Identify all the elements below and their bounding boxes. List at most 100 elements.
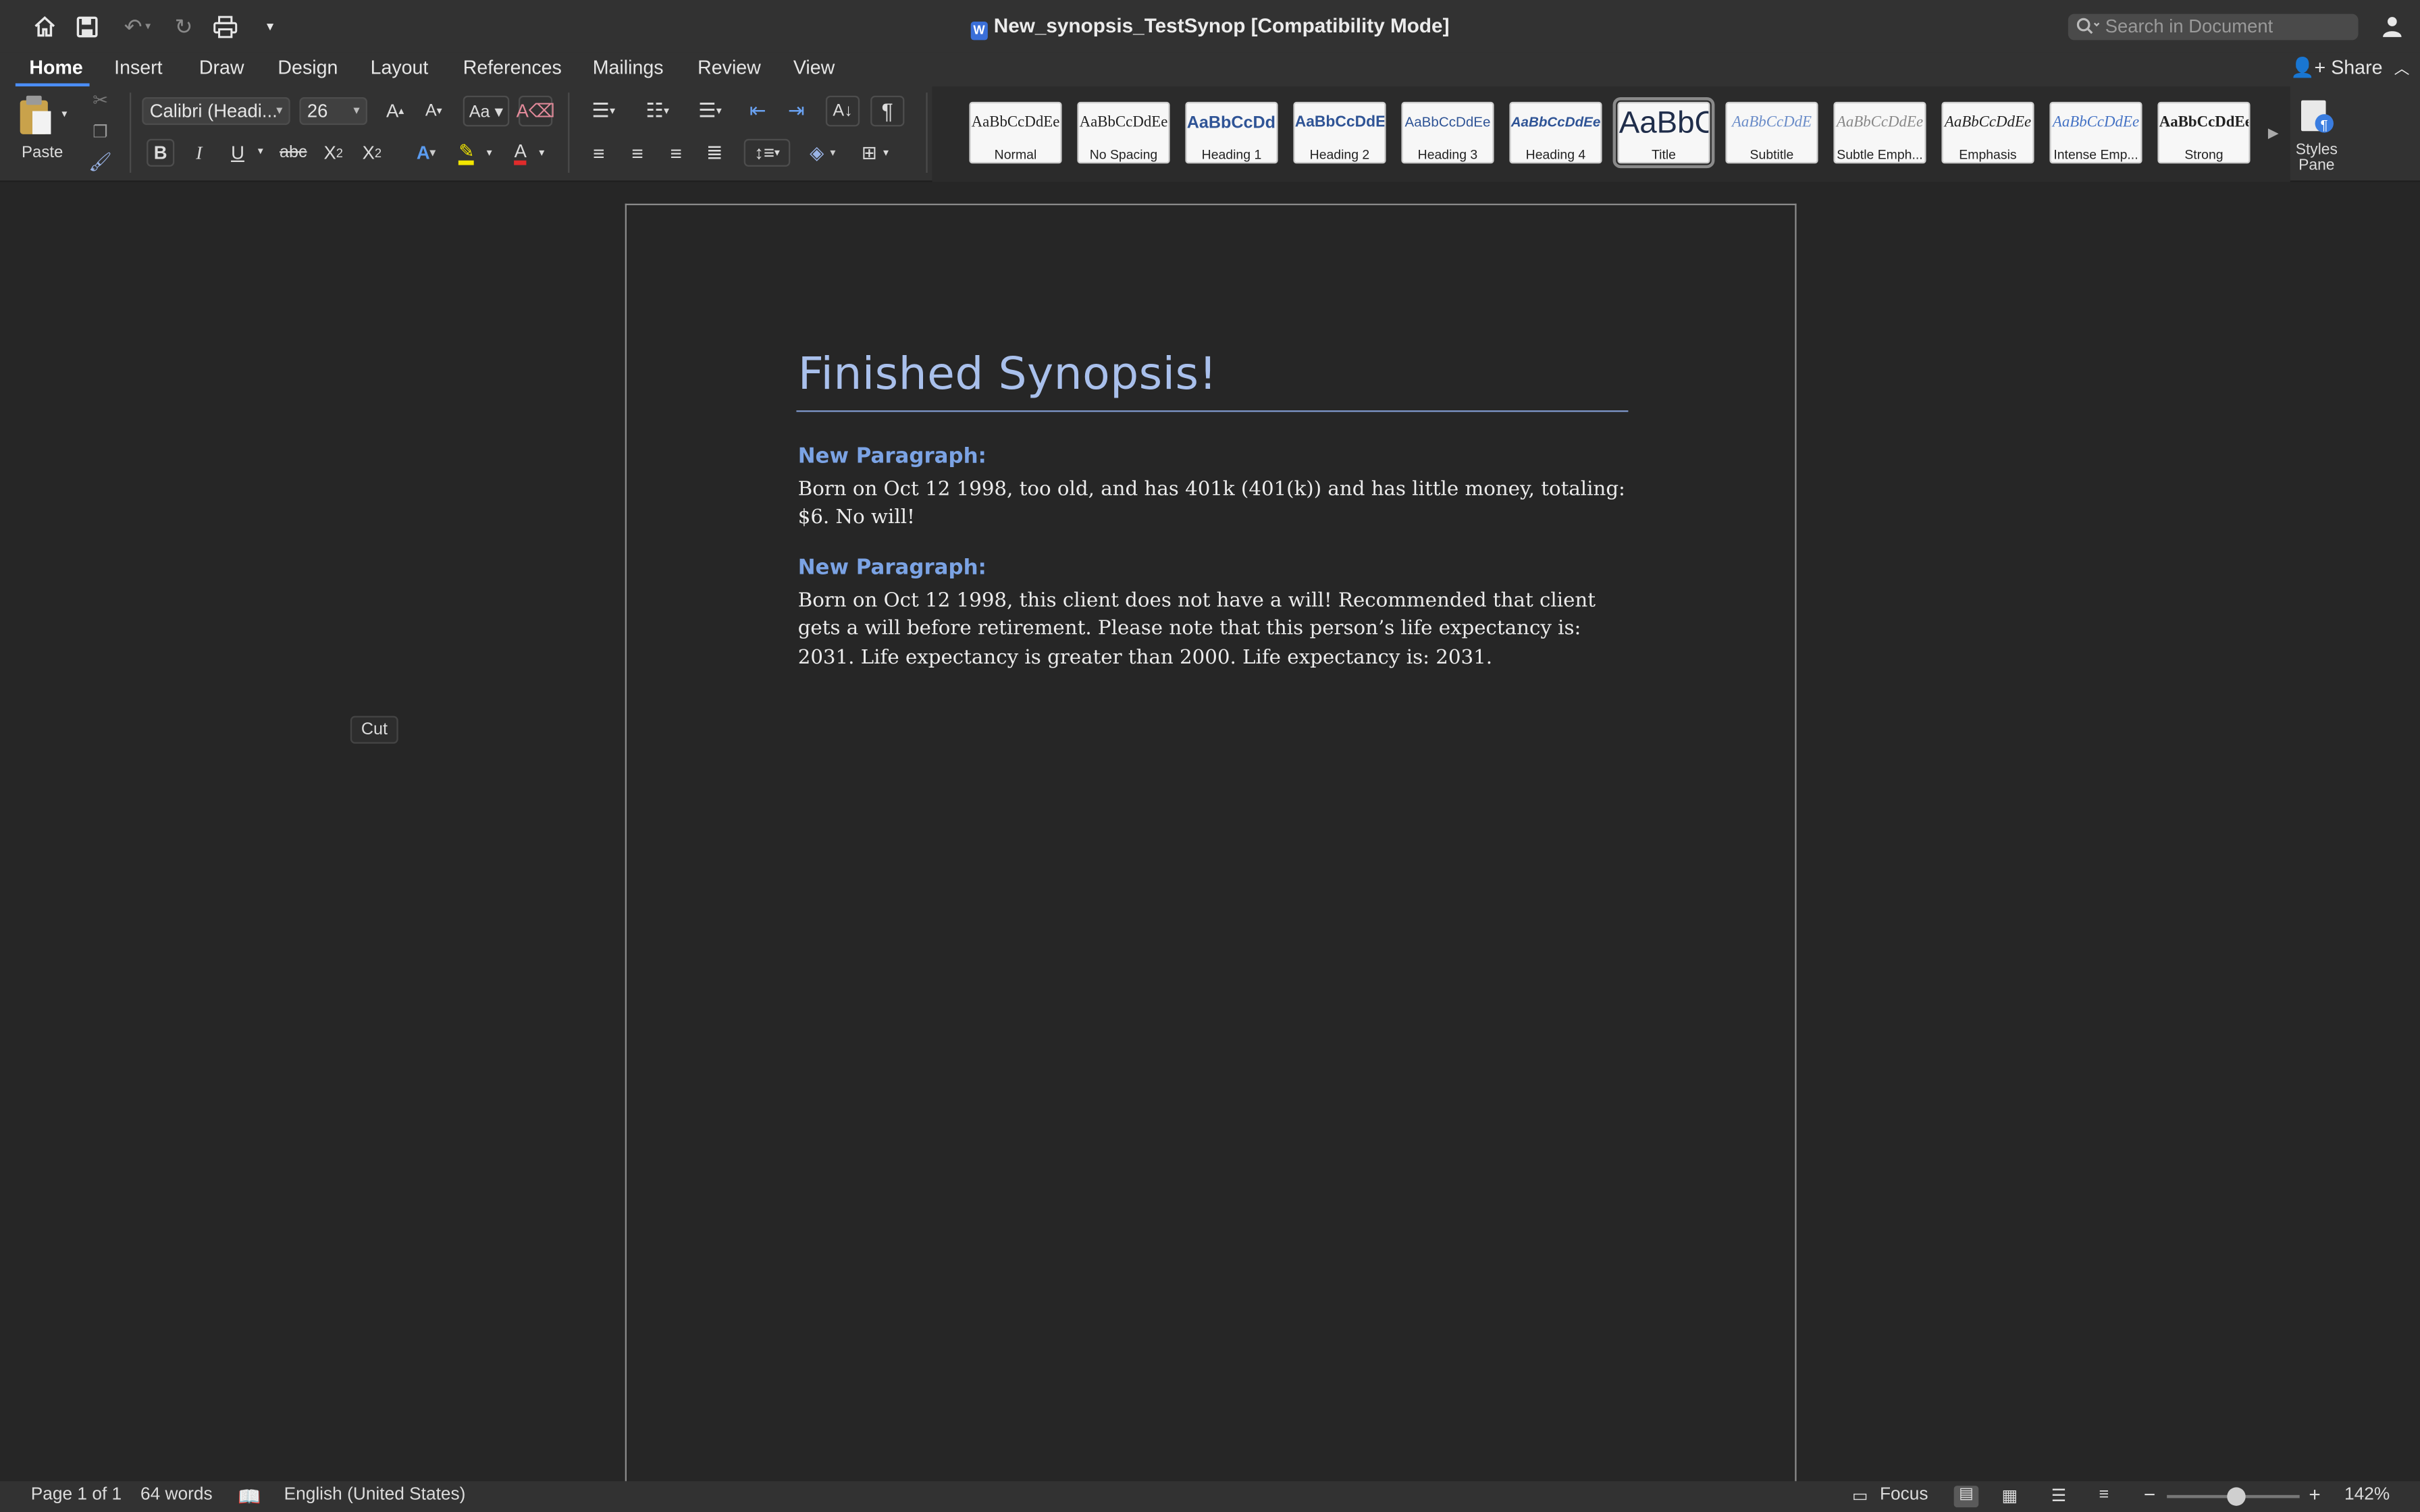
- style-subtitle[interactable]: AaBbCcDdE Subtitle: [1725, 101, 1818, 164]
- document-heading-1[interactable]: New Paragraph:: [798, 444, 987, 469]
- borders-icon[interactable]: ⊞ ▾: [852, 139, 899, 167]
- zoom-in-icon[interactable]: +: [2309, 1483, 2320, 1506]
- style-title[interactable]: AaBbC Title: [1612, 97, 1715, 169]
- zoom-slider-knob[interactable]: [2227, 1487, 2246, 1506]
- copy-icon[interactable]: ❐: [90, 120, 111, 142]
- focus-icon[interactable]: ▭: [1852, 1486, 1868, 1505]
- redo-icon[interactable]: ↻: [169, 12, 197, 40]
- style-intense-emphasis[interactable]: AaBbCcDdEe Intense Emp...: [2049, 101, 2142, 164]
- line-spacing-icon[interactable]: ↕≡ ▾: [743, 138, 791, 167]
- focus-label[interactable]: Focus: [1880, 1486, 1928, 1504]
- subscript-button[interactable]: X2: [318, 139, 349, 167]
- font-name-select[interactable]: Calibri (Headi... ▾: [142, 97, 290, 126]
- grow-font-icon[interactable]: A ▴: [378, 96, 412, 127]
- underline-button[interactable]: U: [223, 139, 251, 167]
- title-bar: ↶ ▾ ↻ ▾ W New_synopsis_TestSynop [Compatib…: [0, 0, 2420, 53]
- tab-mailings[interactable]: Mailings: [593, 57, 664, 79]
- font-size-select[interactable]: 26 ▾: [299, 97, 367, 126]
- clear-formatting-icon[interactable]: A⌫: [517, 95, 555, 127]
- style-heading-1[interactable]: AaBbCcDdI Heading 1: [1185, 101, 1278, 164]
- word-count[interactable]: 64 words: [140, 1486, 213, 1504]
- ribbon-separator: [129, 92, 132, 173]
- sort-icon[interactable]: A↓: [825, 95, 860, 127]
- style-name: No Spacing: [1089, 146, 1158, 162]
- styles-pane-label[interactable]: Styles Pane: [2294, 142, 2340, 175]
- align-center-icon[interactable]: ≡: [622, 139, 653, 167]
- cut-icon[interactable]: ✂: [90, 90, 111, 111]
- highlight-color-icon[interactable]: ✎ ▾: [450, 139, 500, 167]
- multilevel-list-icon[interactable]: ☰ ▾: [687, 96, 733, 127]
- strikethrough-button[interactable]: abc: [275, 139, 312, 167]
- change-case-icon[interactable]: Aa ▾: [463, 95, 510, 127]
- style-emphasis[interactable]: AaBbCcDdEe Emphasis: [1941, 101, 2034, 164]
- tab-view[interactable]: View: [793, 57, 835, 79]
- page-count[interactable]: Page 1 of 1: [31, 1486, 122, 1504]
- document-heading-title[interactable]: Finished Synopsis!: [798, 347, 1217, 400]
- superscript-button[interactable]: X2: [357, 139, 388, 167]
- align-right-icon[interactable]: ≡: [660, 139, 691, 167]
- italic-button[interactable]: I: [185, 139, 213, 167]
- tab-references[interactable]: References: [463, 57, 562, 79]
- style-name: Heading 1: [1201, 146, 1262, 162]
- underline-dropdown-icon[interactable]: ▾: [258, 145, 263, 157]
- numbering-icon[interactable]: ☷ ▾: [633, 96, 682, 127]
- style-heading-3[interactable]: AaBbCcDdEe Heading 3: [1401, 101, 1494, 164]
- style-name: Subtle Emph...: [1837, 146, 1923, 162]
- justify-icon[interactable]: ≣: [699, 139, 730, 167]
- bullets-icon[interactable]: ☰ ▾: [579, 96, 628, 127]
- language[interactable]: English (United States): [284, 1486, 466, 1504]
- share-button[interactable]: 👤+ Share ︿: [2290, 55, 2409, 80]
- shading-icon[interactable]: ◈ ▾: [799, 139, 846, 167]
- paste-dropdown-icon[interactable]: ▾: [61, 108, 67, 120]
- zoom-level[interactable]: 142%: [2344, 1486, 2390, 1504]
- proofing-icon[interactable]: 📖: [238, 1486, 261, 1507]
- tab-insert[interactable]: Insert: [114, 57, 162, 79]
- increase-indent-icon[interactable]: ⇥: [779, 96, 813, 127]
- style-heading-2[interactable]: AaBbCcDdEe Heading 2: [1293, 101, 1386, 164]
- document-heading-2[interactable]: New Paragraph:: [798, 556, 987, 580]
- document-paragraph-1[interactable]: Born on Oct 12 1998, too old, and has 40…: [798, 477, 1631, 533]
- bold-button[interactable]: B: [147, 138, 175, 167]
- document-title-text: New_synopsis_TestSynop [Compatibility Mo…: [993, 14, 1450, 37]
- style-subtle-emphasis[interactable]: AaBbCcDdEe Subtle Emph...: [1833, 101, 1926, 164]
- tab-review[interactable]: Review: [698, 57, 761, 79]
- tab-home[interactable]: Home: [29, 57, 82, 79]
- home-icon[interactable]: [31, 12, 59, 40]
- ribbon-separator: [926, 92, 928, 173]
- customize-toolbar-icon[interactable]: ▾: [256, 12, 284, 40]
- style-heading-4[interactable]: AaBbCcDdEe Heading 4: [1509, 101, 1602, 164]
- show-formatting-icon[interactable]: ¶: [870, 95, 905, 127]
- document-paragraph-2[interactable]: Born on Oct 12 1998, this client does no…: [798, 588, 1631, 672]
- styles-pane-label-line2: Pane: [2298, 157, 2335, 175]
- style-no-spacing[interactable]: AaBbCcDdEe No Spacing: [1077, 101, 1170, 164]
- search-input[interactable]: Search in Document: [2068, 14, 2359, 40]
- undo-icon[interactable]: ↶ ▾: [115, 12, 159, 40]
- zoom-out-icon[interactable]: −: [2144, 1483, 2155, 1506]
- document-page[interactable]: Finished Synopsis! New Paragraph: Born o…: [625, 203, 1797, 1500]
- shrink-font-icon[interactable]: A ▾: [417, 96, 450, 127]
- style-strong[interactable]: AaBbCcDdEe Strong: [2157, 101, 2251, 164]
- style-sample: AaBbCcDdEe: [2052, 114, 2140, 132]
- outline-view-icon[interactable]: ☰: [2051, 1486, 2067, 1505]
- account-icon[interactable]: [2377, 12, 2404, 40]
- align-left-icon[interactable]: ≡: [583, 139, 614, 167]
- tab-draw[interactable]: Draw: [199, 57, 244, 79]
- paste-icon[interactable]: [16, 92, 55, 139]
- save-icon[interactable]: [72, 12, 100, 40]
- text-effects-icon[interactable]: A ▾: [404, 139, 448, 167]
- print-icon[interactable]: [211, 12, 239, 40]
- decrease-indent-icon[interactable]: ⇤: [741, 96, 774, 127]
- web-layout-icon[interactable]: ▦: [2002, 1486, 2018, 1505]
- tab-layout[interactable]: Layout: [371, 57, 429, 79]
- collapse-ribbon-icon[interactable]: ︿: [2394, 61, 2410, 78]
- style-normal[interactable]: AaBbCcDdEe Normal: [969, 101, 1062, 164]
- style-sample: AaBbCcDdEe: [2159, 114, 2249, 132]
- styles-pane-label-line1: Styles: [2295, 142, 2338, 159]
- print-layout-icon[interactable]: ▤: [1953, 1486, 1979, 1508]
- styles-pane-icon[interactable]: ¶: [2296, 96, 2336, 139]
- font-color-icon[interactable]: A ▾: [506, 139, 553, 167]
- format-painter-icon[interactable]: 🖌: [88, 151, 112, 173]
- tab-design[interactable]: Design: [278, 57, 338, 79]
- styles-gallery-next-icon[interactable]: ▶: [2263, 120, 2284, 145]
- draft-view-icon[interactable]: ≡: [2099, 1486, 2109, 1504]
